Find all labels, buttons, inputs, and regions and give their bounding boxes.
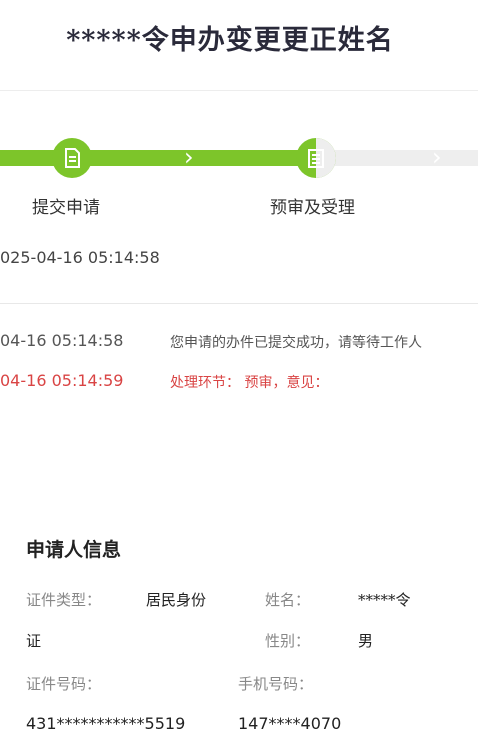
section-title: 申请人信息 [26,539,122,561]
chevron-right-icon: › [184,143,194,171]
log-item-time: 04-16 05:14:58 [0,331,124,350]
name-value: *****令 [358,591,411,609]
id-type-label: 证件类型： [26,591,102,609]
log-item-message: 处理环节： 预审，意见： [170,375,329,391]
gender-value: 男 [358,632,374,650]
step-review-circle [296,138,336,178]
name-label: 姓名： [265,591,311,609]
id-type-value: 居民身份 [146,591,207,609]
log-item-message: 您申请的办件已提交成功，请等待工作人 [170,335,422,351]
submit-timestamp: 025-04-16 05:14:58 [0,248,160,267]
section-divider [0,303,478,304]
list-icon [308,149,324,168]
gender-label: 性别： [265,632,311,650]
step-review-label: 预审及受理 [270,198,355,218]
document-icon [65,148,80,168]
log-item-time: 04-16 05:14:59 [0,371,124,390]
progress-bar-pending [316,150,478,166]
progress-bar-done [0,150,316,166]
phone-value: 147****4070 [238,714,342,733]
phone-label: 手机号码： [238,675,314,693]
header-divider [0,90,478,91]
step-submit-circle [52,138,92,178]
id-type-value-wrap: 证 [26,632,42,650]
id-number-label: 证件号码： [26,675,102,693]
step-submit-label: 提交申请 [32,198,100,218]
page-title: *****令申办变更更正姓名 [66,25,394,56]
chevron-right-icon: › [432,143,442,171]
id-number-value: 431***********5519 [26,714,186,733]
